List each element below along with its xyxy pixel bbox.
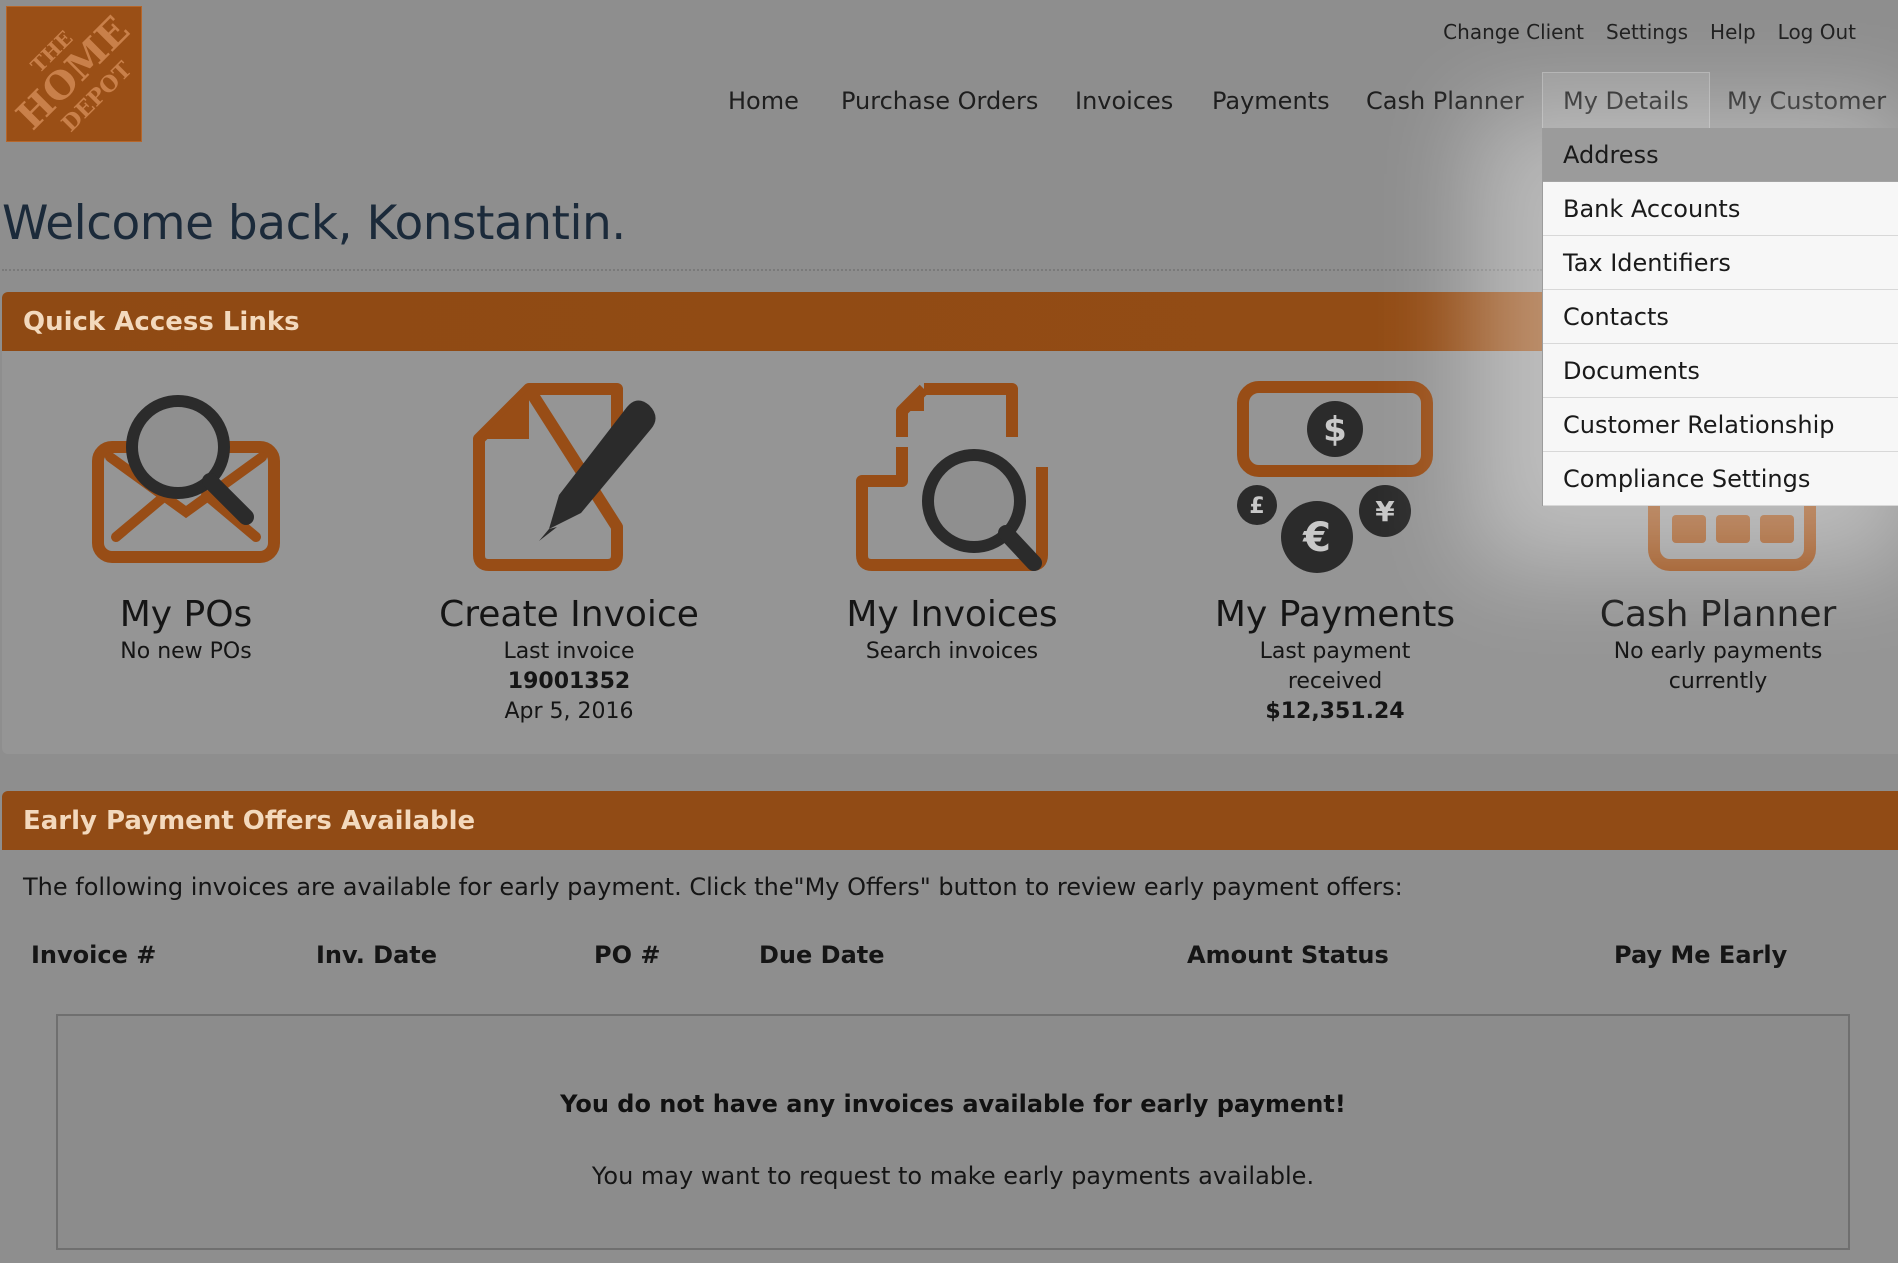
col-invoice-number[interactable]: Invoice # (31, 941, 156, 969)
empty-state-title: You do not have any invoices available f… (560, 1090, 1346, 1118)
menu-item-compliance-settings[interactable]: Compliance Settings (1543, 452, 1898, 506)
change-client-link[interactable]: Change Client (1443, 20, 1584, 44)
home-depot-logo[interactable]: THE HOME DEPOT (6, 6, 142, 142)
tile-title: Create Invoice (439, 594, 699, 635)
welcome-heading: Welcome back, Konstantin. (2, 196, 626, 251)
menu-item-address[interactable]: Address (1543, 128, 1898, 182)
nav-my-customer[interactable]: My Customer (1727, 72, 1886, 128)
menu-item-tax-identifiers[interactable]: Tax Identifiers (1543, 236, 1898, 290)
svg-text:€: € (1302, 515, 1331, 561)
main-nav: Home Purchase Orders Invoices Payments C… (710, 72, 1898, 128)
table-header: Invoice # Inv. Date PO # Due Date Amount… (2, 941, 1898, 975)
tile-my-payments[interactable]: $ £ ¥ € My Payments Last payment receive… (1175, 377, 1495, 727)
menu-item-bank-accounts[interactable]: Bank Accounts (1543, 182, 1898, 236)
svg-text:£: £ (1249, 494, 1264, 519)
nav-cash-planner[interactable]: Cash Planner (1366, 72, 1524, 128)
help-link[interactable]: Help (1710, 20, 1756, 44)
tile-subtitle: Last invoice (503, 639, 635, 664)
tile-subtitle: No new POs (120, 639, 252, 664)
early-payment-description: The following invoices are available for… (23, 873, 1403, 901)
early-payment-panel: Early Payment Offers Available The follo… (2, 791, 1898, 1263)
tile-title: My POs (119, 594, 253, 635)
col-pay-me-early[interactable]: Pay Me Early (1614, 941, 1787, 969)
tile-title: My Payments (1214, 594, 1456, 635)
settings-link[interactable]: Settings (1606, 20, 1688, 44)
tile-title: My Invoices (846, 594, 1058, 635)
empty-state-subtitle: You may want to request to make early pa… (591, 1162, 1315, 1190)
envelope-search-icon (92, 395, 280, 563)
svg-text:$: $ (1323, 410, 1347, 450)
tile-subtitle: Last payment (1259, 639, 1411, 664)
empty-state: You do not have any invoices available f… (56, 1014, 1850, 1250)
last-invoice-number: 19001352 (507, 669, 631, 694)
svg-text:¥: ¥ (1375, 495, 1395, 528)
tile-subtitle-2: currently (1668, 669, 1768, 694)
divider (2, 269, 1542, 271)
menu-item-documents[interactable]: Documents (1543, 344, 1898, 398)
col-po-number[interactable]: PO # (594, 941, 660, 969)
utility-nav: Change Client Settings Help Log Out (1443, 20, 1856, 44)
nav-invoices[interactable]: Invoices (1075, 72, 1173, 128)
log-out-link[interactable]: Log Out (1778, 20, 1856, 44)
nav-home[interactable]: Home (728, 72, 799, 128)
nav-my-details[interactable]: My Details (1542, 72, 1710, 128)
my-details-dropdown: Address Bank Accounts Tax Identifiers Co… (1542, 128, 1898, 506)
col-amount[interactable]: Amount (1187, 941, 1293, 969)
tile-title: Cash Planner (1599, 594, 1837, 635)
last-payment-amount: $12,351.24 (1265, 699, 1405, 724)
early-payment-title: Early Payment Offers Available (2, 791, 1898, 850)
tile-subtitle: No early payments (1613, 639, 1823, 664)
document-search-icon (856, 383, 1048, 571)
menu-item-customer-relationship[interactable]: Customer Relationship (1543, 398, 1898, 452)
tile-subtitle: Search invoices (865, 639, 1039, 664)
menu-item-contacts[interactable]: Contacts (1543, 290, 1898, 344)
tile-create-invoice[interactable]: Create Invoice Last invoice 19001352 Apr… (409, 377, 729, 727)
col-status[interactable]: Status (1301, 941, 1389, 969)
col-invoice-date[interactable]: Inv. Date (316, 941, 437, 969)
tile-my-pos[interactable]: My POs No new POs (26, 377, 346, 667)
tile-my-invoices[interactable]: My Invoices Search invoices (792, 377, 1112, 667)
nav-payments[interactable]: Payments (1212, 72, 1330, 128)
document-pen-icon (473, 383, 656, 571)
tile-subtitle-2: received (1287, 669, 1383, 694)
col-due-date[interactable]: Due Date (759, 941, 885, 969)
currency-icon: $ £ ¥ € (1237, 381, 1433, 573)
nav-purchase-orders[interactable]: Purchase Orders (841, 72, 1038, 128)
last-invoice-date: Apr 5, 2016 (504, 699, 634, 724)
